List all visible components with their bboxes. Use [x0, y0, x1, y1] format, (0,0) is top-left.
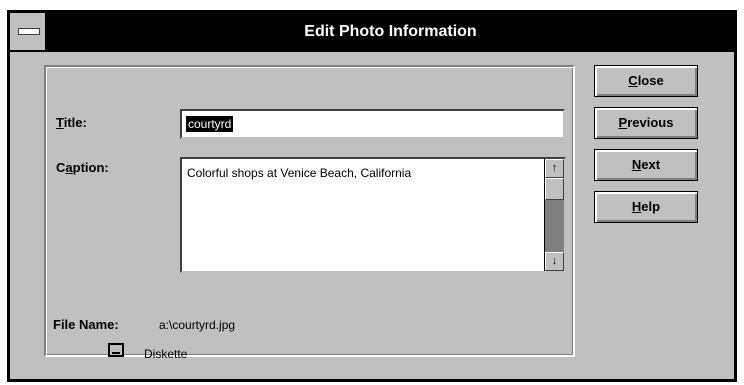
scroll-down-icon[interactable]: ↓: [545, 252, 564, 271]
title-input[interactable]: courtyrd: [180, 109, 565, 139]
previous-button[interactable]: Previous: [594, 107, 698, 139]
window-title: Edit Photo Information: [304, 23, 477, 40]
edit-photo-dialog: Edit Photo Information Title: courtyrd C…: [7, 10, 737, 382]
title-bar: Edit Photo Information: [10, 13, 734, 52]
diskette-label: Diskette: [144, 347, 188, 361]
caption-scrollbar[interactable]: ↑ ↓: [544, 159, 564, 271]
system-menu-icon: [18, 28, 40, 35]
dialog-body: Title: courtyrd Caption: Colorful shops …: [10, 52, 734, 379]
next-button[interactable]: Next: [594, 149, 698, 181]
title-input-value: courtyrd: [186, 116, 234, 132]
file-name-label: File Name:: [53, 317, 119, 332]
caption-label: Caption:: [56, 160, 109, 175]
scroll-thumb[interactable]: [545, 178, 564, 200]
caption-textarea[interactable]: Colorful shops at Venice Beach, Californ…: [180, 157, 566, 273]
caption-text: Colorful shops at Venice Beach, Californ…: [187, 166, 412, 180]
diskette-icon: [108, 343, 124, 357]
close-button[interactable]: Close: [594, 65, 698, 97]
help-button[interactable]: Help: [594, 191, 698, 223]
file-name-value: a:\courtyrd.jpg: [159, 318, 236, 332]
system-menu-button[interactable]: [10, 13, 47, 50]
photo-info-group: Title: courtyrd Caption: Colorful shops …: [44, 65, 575, 361]
title-label: Title:: [56, 115, 87, 130]
scroll-up-icon[interactable]: ↑: [545, 159, 564, 178]
